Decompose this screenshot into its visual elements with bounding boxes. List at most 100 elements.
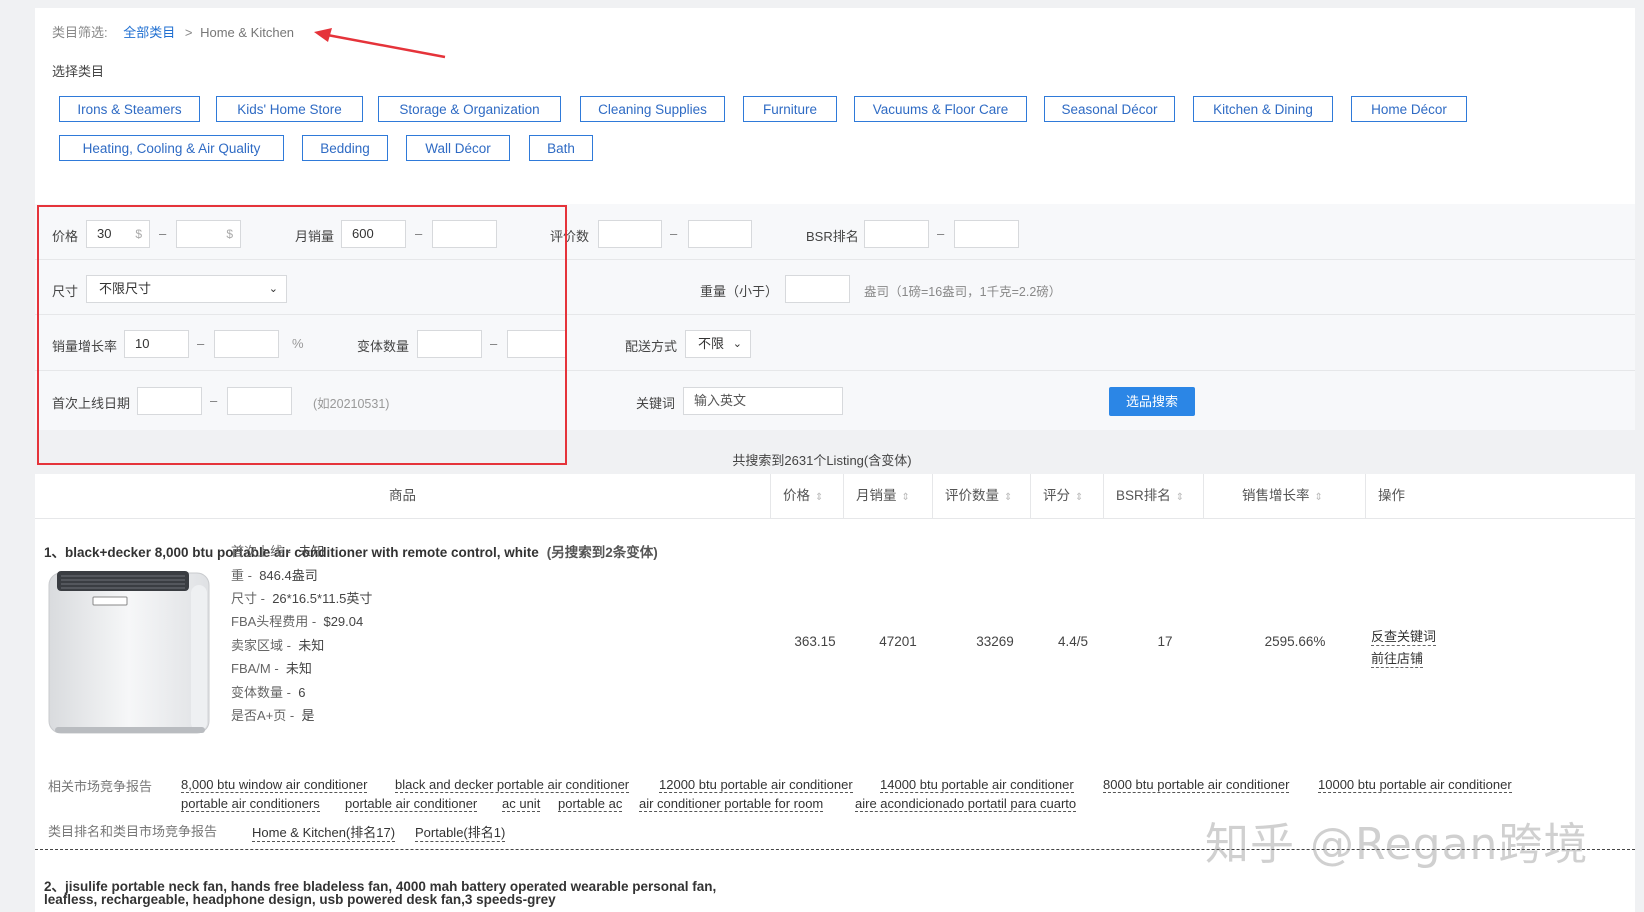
col-product: 商品 bbox=[35, 474, 770, 518]
detail-fba-fee: FBA头程费用 - $29.04 bbox=[231, 614, 364, 629]
col-price[interactable]: 价格 ⇕ bbox=[770, 474, 843, 518]
category-chip-bedding[interactable]: Bedding bbox=[302, 135, 388, 161]
detail-variants: 变体数量 - 6 bbox=[231, 685, 306, 700]
col-growth[interactable]: 销售增长率 ⇕ bbox=[1203, 474, 1365, 518]
product-title-line2: leafless, rechargeable, headphone design… bbox=[44, 892, 556, 907]
cell-price: 363.15 bbox=[794, 634, 836, 649]
annotation-arrow bbox=[314, 28, 446, 59]
reverse-keyword-link[interactable]: 反查关键词 bbox=[1371, 626, 1437, 646]
breadcrumb-root-link[interactable]: 全部类目 bbox=[123, 25, 175, 40]
col-rating-label: 评分 bbox=[1043, 488, 1070, 503]
breadcrumb-separator: > bbox=[184, 25, 193, 40]
sort-icon: ⇕ bbox=[901, 492, 910, 503]
category-chip-storage[interactable]: Storage & Organization bbox=[378, 96, 561, 122]
col-price-label: 价格 bbox=[783, 488, 810, 503]
sort-icon: ⇕ bbox=[1175, 492, 1185, 503]
search-button[interactable]: 选品搜索 bbox=[1109, 387, 1195, 416]
sort-icon: ⇕ bbox=[1314, 492, 1323, 503]
keyword-link[interactable]: black and decker portable air conditione… bbox=[395, 777, 630, 793]
keyword-link[interactable]: air conditioner portable for room bbox=[639, 796, 824, 812]
keyword-link[interactable]: portable ac bbox=[558, 796, 623, 812]
keyword-label: 关键词 bbox=[636, 396, 676, 411]
detail-size: 尺寸 - 26*16.5*11.5英寸 bbox=[231, 591, 373, 606]
table-header: 商品 价格 ⇕ 月销量 ⇕ 评价数量 ⇕ 评分 ⇕ BSR排名 ⇕ 销售增长率 ⇕ 操作 bbox=[35, 474, 1635, 519]
category-chip-vacuums[interactable]: Vacuums & Floor Care bbox=[854, 96, 1027, 122]
sort-icon: ⇕ bbox=[1075, 492, 1084, 503]
category-chip-heating[interactable]: Heating, Cooling & Air Quality bbox=[59, 135, 284, 161]
col-sales[interactable]: 月销量 ⇕ bbox=[843, 474, 932, 518]
keyword-link[interactable]: 12000 btu portable air conditioner bbox=[659, 777, 853, 793]
cell-bsr: 17 bbox=[1157, 634, 1173, 649]
category-rank-link[interactable]: Home & Kitchen(排名17) bbox=[252, 822, 396, 842]
shipping-select[interactable]: 不限 ⌄ bbox=[685, 330, 751, 358]
category-chip-cleaning[interactable]: Cleaning Supplies bbox=[580, 96, 725, 122]
cell-sales: 47201 bbox=[879, 634, 917, 649]
category-chip-furniture[interactable]: Furniture bbox=[743, 96, 837, 122]
category-chip-home-decor[interactable]: Home Décor bbox=[1351, 96, 1467, 122]
col-reviews[interactable]: 评价数量 ⇕ bbox=[932, 474, 1030, 518]
weight-label: 重量（小于） bbox=[700, 284, 779, 299]
detail-weight: 重 - 846.4盎司 bbox=[231, 568, 318, 583]
breadcrumb-current: Home & Kitchen bbox=[200, 25, 295, 40]
watermark: 知乎 @Regan跨境 bbox=[1205, 819, 1589, 870]
col-action: 操作 bbox=[1365, 474, 1635, 518]
cell-rating: 4.4/5 bbox=[1057, 634, 1089, 649]
category-chip-seasonal[interactable]: Seasonal Décor bbox=[1044, 96, 1175, 122]
keyword-link[interactable]: aire acondicionado portatil para cuarto bbox=[855, 796, 1077, 812]
keyword-link[interactable]: portable air conditioners bbox=[181, 796, 320, 812]
bsr-max-input[interactable] bbox=[954, 220, 1019, 248]
detail-seller-region: 卖家区域 - 未知 bbox=[231, 638, 325, 653]
keyword-link[interactable]: portable air conditioner bbox=[345, 796, 478, 812]
weight-input[interactable] bbox=[785, 275, 850, 303]
visit-store-link[interactable]: 前往店铺 bbox=[1371, 648, 1424, 668]
reviews-max-input[interactable] bbox=[688, 220, 752, 248]
sort-icon: ⇕ bbox=[1004, 492, 1013, 503]
breadcrumb-label: 类目筛选: bbox=[52, 25, 108, 40]
col-product-label: 商品 bbox=[389, 488, 416, 503]
action-cell: 反查关键词 前往店铺 bbox=[1371, 626, 1437, 670]
bsr-dash: – bbox=[937, 226, 945, 241]
cell-growth: 2595.66% bbox=[1264, 634, 1326, 649]
col-reviews-label: 评价数量 bbox=[945, 488, 999, 503]
bsr-min-input[interactable] bbox=[864, 220, 929, 248]
col-bsr[interactable]: BSR排名 ⇕ bbox=[1103, 474, 1203, 518]
product-title[interactable]: 1、black+decker 8,000 btu portable air co… bbox=[44, 541, 658, 561]
col-sales-label: 月销量 bbox=[856, 488, 897, 503]
keyword-link[interactable]: 8000 btu portable air conditioner bbox=[1103, 777, 1290, 793]
category-rank-link[interactable]: Portable(排名1) bbox=[415, 822, 506, 842]
category-section-label: 选择类目 bbox=[52, 64, 105, 79]
category-chip-kitchen[interactable]: Kitchen & Dining bbox=[1193, 96, 1333, 122]
shipping-select-value: 不限 bbox=[698, 336, 725, 351]
product-image[interactable] bbox=[43, 565, 215, 737]
keyword-placeholder: 输入英文 bbox=[694, 393, 747, 408]
col-action-label: 操作 bbox=[1378, 488, 1405, 503]
detail-first-date: 首次上线 - 未知 bbox=[231, 544, 325, 559]
category-chip-kids-home[interactable]: Kids' Home Store bbox=[216, 96, 363, 122]
shipping-label: 配送方式 bbox=[625, 339, 678, 354]
breadcrumb: 类目筛选: 全部类目 > Home & Kitchen bbox=[52, 22, 294, 41]
bsr-label: BSR排名 bbox=[806, 229, 859, 244]
col-growth-label: 销售增长率 bbox=[1242, 488, 1310, 503]
category-chip-bath[interactable]: Bath bbox=[529, 135, 593, 161]
keyword-link[interactable]: 14000 btu portable air conditioner bbox=[880, 777, 1074, 793]
sort-icon: ⇕ bbox=[815, 492, 824, 503]
col-bsr-label: BSR排名 bbox=[1116, 488, 1171, 503]
result-count: 共搜索到2631个Listing(含变体) bbox=[732, 453, 912, 468]
keyword-link[interactable]: 8,000 btu window air conditioner bbox=[181, 777, 368, 793]
variant-note: (另搜索到2条变体) bbox=[546, 545, 658, 560]
related-report-label: 相关市场竞争报告 bbox=[48, 779, 153, 794]
category-report-label: 类目排名和类目市场竞争报告 bbox=[48, 824, 218, 839]
chevron-down-icon: ⌄ bbox=[732, 338, 742, 350]
cell-reviews: 33269 bbox=[976, 634, 1014, 649]
category-chip-irons[interactable]: Irons & Steamers bbox=[59, 96, 200, 122]
reviews-dash: – bbox=[670, 226, 678, 241]
category-chip-wall-decor[interactable]: Wall Décor bbox=[406, 135, 510, 161]
keyword-input[interactable]: 输入英文 bbox=[683, 387, 843, 415]
col-rating[interactable]: 评分 ⇕ bbox=[1030, 474, 1103, 518]
detail-aplus: 是否A+页 - 是 bbox=[231, 708, 315, 723]
reviews-min-input[interactable] bbox=[598, 220, 662, 248]
keyword-link[interactable]: ac unit bbox=[502, 796, 541, 812]
product-title-text: leafless, rechargeable, headphone design… bbox=[44, 892, 556, 907]
weight-hint: 盎司（1磅=16盎司，1千克=2.2磅） bbox=[864, 285, 1062, 299]
keyword-link[interactable]: 10000 btu portable air conditioner bbox=[1318, 777, 1512, 793]
